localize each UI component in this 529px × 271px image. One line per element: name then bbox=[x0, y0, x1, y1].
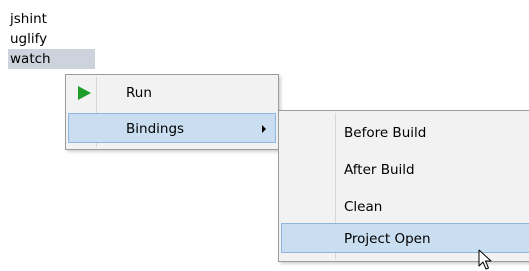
submenu-item-clean[interactable]: Clean bbox=[281, 192, 529, 222]
mouse-cursor-icon bbox=[478, 249, 492, 270]
submenu-arrow-icon bbox=[262, 125, 266, 133]
menu-item-bindings-label: Bindings bbox=[126, 121, 185, 137]
context-menu: Run Bindings bbox=[65, 74, 279, 150]
submenu-item-after-build-label: After Build bbox=[344, 162, 415, 178]
menu-item-run-label: Run bbox=[126, 85, 152, 101]
submenu-item-before-build[interactable]: Before Build bbox=[281, 118, 529, 148]
menu-item-run[interactable]: Run bbox=[68, 78, 276, 108]
task-item-uglify[interactable]: uglify bbox=[8, 29, 95, 49]
play-icon bbox=[78, 86, 91, 100]
task-list: jshint uglify watch bbox=[8, 9, 95, 69]
menu-item-bindings[interactable]: Bindings bbox=[68, 113, 276, 143]
task-item-watch[interactable]: watch bbox=[8, 49, 95, 69]
submenu-item-before-build-label: Before Build bbox=[344, 125, 427, 141]
task-item-jshint[interactable]: jshint bbox=[8, 9, 95, 29]
bindings-submenu: Before Build After Build Clean Project O… bbox=[278, 110, 529, 262]
submenu-item-project-open-label: Project Open bbox=[344, 231, 431, 247]
submenu-item-after-build[interactable]: After Build bbox=[281, 155, 529, 185]
submenu-item-clean-label: Clean bbox=[344, 199, 383, 215]
